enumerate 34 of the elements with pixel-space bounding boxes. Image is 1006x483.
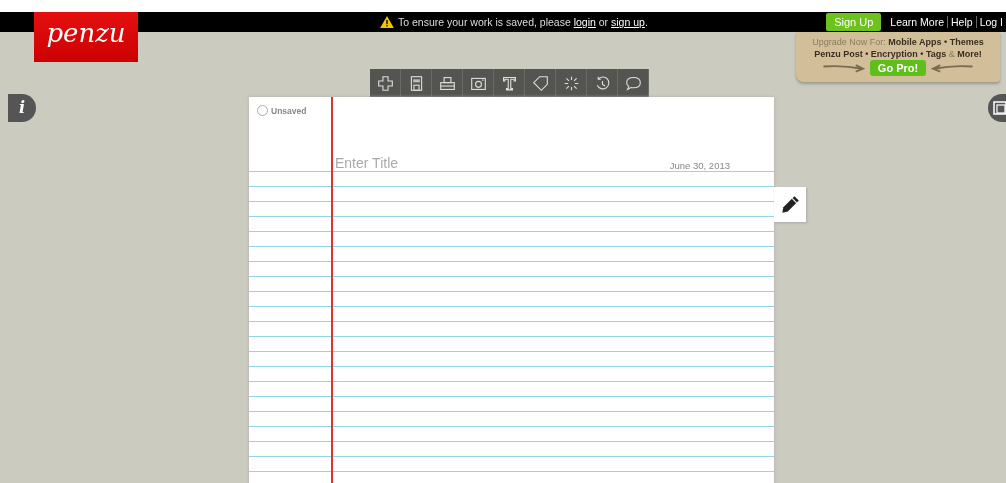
plus-icon bbox=[376, 74, 394, 92]
warning-icon bbox=[380, 16, 394, 28]
save-status: Unsaved bbox=[271, 105, 307, 116]
photo-button[interactable] bbox=[463, 69, 494, 97]
save-notice: To ensure your work is saved, please login or sign up. bbox=[398, 16, 648, 28]
info-button[interactable]: i bbox=[8, 94, 36, 122]
pencil-icon bbox=[779, 193, 801, 216]
arrow-icon bbox=[930, 63, 975, 73]
spinner-button[interactable] bbox=[556, 69, 587, 97]
text-button[interactable] bbox=[494, 69, 525, 97]
comment-button[interactable] bbox=[618, 69, 649, 97]
letter-t-icon bbox=[500, 74, 518, 92]
edit-button[interactable] bbox=[774, 187, 806, 222]
history-button[interactable] bbox=[587, 69, 618, 97]
login-link[interactable]: login bbox=[573, 16, 596, 28]
nav-link[interactable]: Help bbox=[947, 16, 976, 28]
tag-button[interactable] bbox=[525, 69, 556, 97]
print-button[interactable] bbox=[432, 69, 463, 97]
save-button[interactable] bbox=[401, 69, 432, 97]
nav-link[interactable]: Log I bbox=[975, 16, 1006, 28]
nav-link[interactable]: Learn More bbox=[887, 16, 948, 28]
arrow-icon bbox=[821, 63, 866, 73]
spinner-icon bbox=[562, 74, 580, 92]
tag-icon bbox=[531, 74, 549, 92]
printer-icon bbox=[438, 74, 456, 92]
promo-text: Penzu Post • Encryption • Tags & More! bbox=[814, 48, 982, 60]
title-field[interactable]: Enter Title bbox=[335, 155, 535, 171]
logo[interactable]: penzu bbox=[34, 12, 138, 62]
plus-button[interactable] bbox=[370, 69, 401, 97]
sign-up-link[interactable]: sign up bbox=[611, 16, 645, 28]
speech-bubble-icon bbox=[624, 74, 642, 92]
promo-text: Upgrade Now For: Mobile Apps • Themes bbox=[812, 36, 984, 48]
entry-date: June 30, 2013 bbox=[669, 160, 730, 171]
gallery-icon bbox=[993, 101, 1006, 115]
